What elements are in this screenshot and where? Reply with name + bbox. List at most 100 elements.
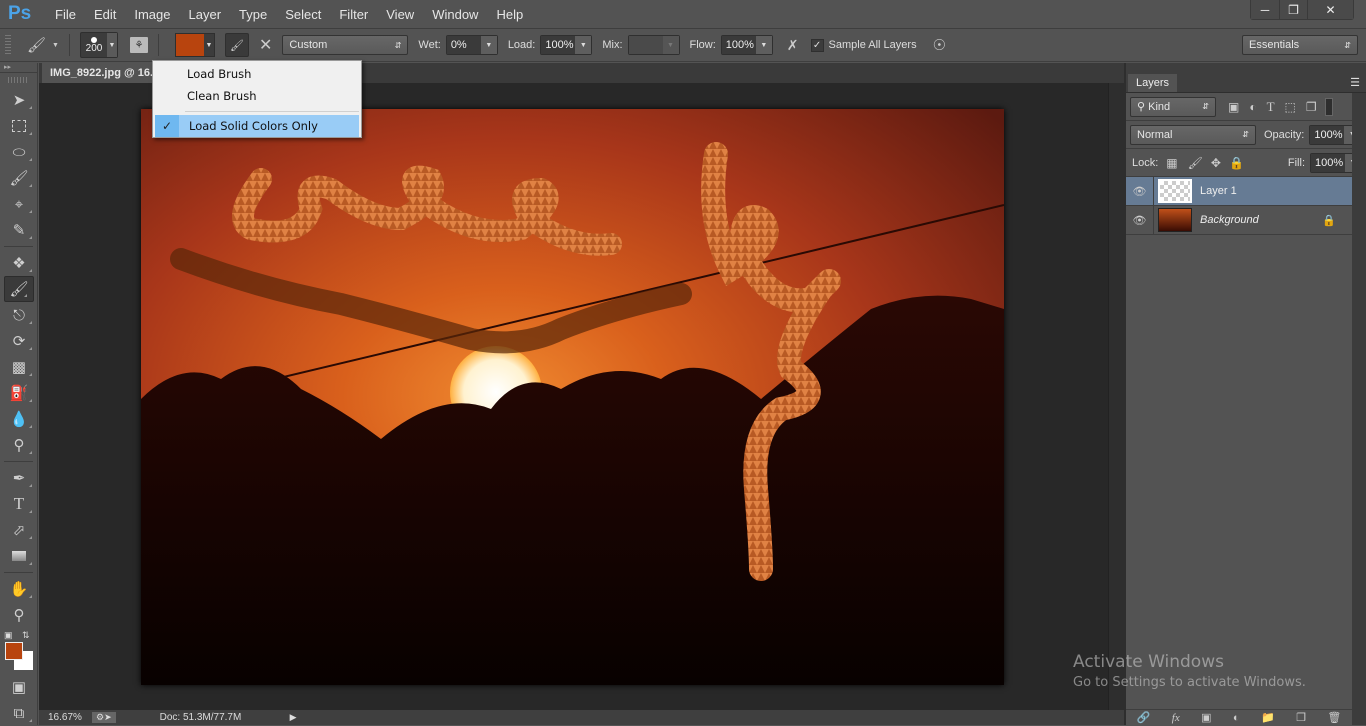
- workspace-switcher[interactable]: Essentials ⇵: [1242, 35, 1358, 55]
- filter-toggle-switch[interactable]: [1324, 97, 1333, 116]
- tool-crop[interactable]: ⌖: [0, 191, 38, 217]
- tool-healing-brush[interactable]: ❖: [0, 250, 38, 276]
- brush-preset-picker[interactable]: 200 ▼: [79, 32, 118, 58]
- add-mask-icon[interactable]: ▣: [1201, 711, 1211, 724]
- tools-panel-grip[interactable]: [8, 77, 29, 83]
- default-colors-icon[interactable]: ▣: [4, 630, 13, 641]
- menu-item-load-solid-colors-only[interactable]: ✓ Load Solid Colors Only: [155, 115, 359, 137]
- quick-selection-icon: 🖌: [9, 170, 29, 187]
- tool-eraser[interactable]: ▩: [0, 354, 38, 380]
- layer-row-background[interactable]: 👁 Background 🔒: [1126, 206, 1352, 235]
- tool-blur[interactable]: 💧: [0, 406, 38, 432]
- foreground-color[interactable]: [5, 642, 23, 660]
- updown-arrow-icon: ⇵: [394, 40, 402, 50]
- menu-help[interactable]: Help: [487, 7, 532, 22]
- filter-adjustment-icon[interactable]: ◐: [1249, 100, 1256, 114]
- new-group-icon[interactable]: 📁: [1261, 711, 1275, 724]
- tool-type[interactable]: T: [0, 491, 38, 517]
- minimize-button[interactable]: ─: [1251, 0, 1279, 19]
- divider: [4, 246, 33, 247]
- load-brush-icon: 🖌: [230, 39, 244, 52]
- menu-file[interactable]: File: [46, 7, 85, 22]
- menu-view[interactable]: View: [377, 7, 423, 22]
- tool-history-brush[interactable]: ⟳: [0, 328, 38, 354]
- tool-hand[interactable]: ✋: [0, 576, 38, 602]
- tool-clone-stamp[interactable]: ⎋: [0, 302, 38, 328]
- options-bar-grip[interactable]: [5, 35, 11, 55]
- new-layer-icon[interactable]: ❐: [1296, 711, 1306, 724]
- sample-all-layers-checkbox[interactable]: ✓ Sample All Layers: [810, 38, 917, 52]
- tool-paint-bucket[interactable]: ⛽: [0, 380, 38, 406]
- blend-combination-select[interactable]: Custom ⇵: [282, 35, 409, 55]
- wet-field[interactable]: 0% ▼: [445, 35, 498, 55]
- blend-mode-select[interactable]: Normal ⇵: [1130, 124, 1256, 145]
- panel-menu-icon[interactable]: ☰: [1350, 76, 1360, 89]
- brush-panel-button[interactable]: ⚘: [129, 37, 148, 53]
- menu-filter[interactable]: Filter: [330, 7, 377, 22]
- link-layers-icon[interactable]: 🔗: [1137, 711, 1151, 724]
- lock-pixels-icon[interactable]: 🖌: [1188, 156, 1203, 170]
- tab-layers[interactable]: Layers: [1128, 74, 1178, 92]
- lock-all-icon[interactable]: 🔒: [1229, 156, 1244, 170]
- quick-mask-button[interactable]: ▣: [0, 674, 38, 700]
- layer-row-layer-1[interactable]: 👁 Layer 1: [1126, 177, 1352, 206]
- tool-path-selection[interactable]: ⬀: [0, 517, 38, 543]
- tool-mixer-brush[interactable]: 🖌: [4, 276, 34, 302]
- tool-rectangle[interactable]: [0, 543, 38, 569]
- vertical-scrollbar[interactable]: [1108, 83, 1124, 710]
- divider: [157, 34, 159, 56]
- lock-fill-row: Lock: ▦ 🖌 ✥ 🔒 Fill: 100% ▼: [1126, 149, 1366, 177]
- flow-value: 100%: [721, 36, 756, 54]
- load-field[interactable]: 100% ▼: [540, 35, 593, 55]
- zoom-level[interactable]: 16.67%: [48, 712, 92, 723]
- gear-icon[interactable]: ⚙➤: [92, 712, 116, 723]
- menu-item-load-brush[interactable]: Load Brush: [153, 63, 361, 85]
- menu-item-clean-brush[interactable]: Clean Brush: [153, 85, 361, 107]
- tool-preset-picker[interactable]: 🖌 ▼: [27, 36, 59, 54]
- menu-layer[interactable]: Layer: [180, 7, 231, 22]
- flow-field[interactable]: 100% ▼: [720, 35, 773, 55]
- status-menu-arrow-icon[interactable]: ▶: [290, 712, 297, 723]
- menu-edit[interactable]: Edit: [85, 7, 125, 22]
- tool-marquee[interactable]: [0, 113, 38, 139]
- tool-eyedropper[interactable]: ✎: [0, 217, 38, 243]
- lock-position-icon[interactable]: ✥: [1211, 156, 1221, 170]
- document-tab[interactable]: IMG_8922.jpg @ 16.7% (Layer 1, RGB/8): [42, 63, 162, 83]
- clean-brush-after-stroke-toggle[interactable]: ✕: [259, 35, 272, 55]
- adjustment-layer-icon[interactable]: ◐: [1233, 712, 1240, 724]
- lock-transparency-icon[interactable]: ▦: [1166, 156, 1177, 170]
- pressure-size-toggle[interactable]: ☉: [933, 36, 946, 54]
- swap-colors-icon[interactable]: ⇅: [22, 630, 30, 641]
- tool-lasso[interactable]: ⬭: [0, 139, 38, 165]
- filter-type-icon[interactable]: T: [1267, 99, 1275, 115]
- tool-dodge[interactable]: ⚲: [0, 432, 38, 458]
- tool-move[interactable]: ➤: [0, 87, 38, 113]
- load-label: Load:: [507, 39, 536, 51]
- close-button[interactable]: ✕: [1307, 0, 1353, 19]
- filter-pixel-icon[interactable]: ▣: [1228, 100, 1239, 114]
- airbrush-toggle[interactable]: ✗: [787, 37, 799, 54]
- menu-image[interactable]: Image: [125, 7, 179, 22]
- restore-button[interactable]: ❐: [1279, 0, 1307, 19]
- filter-smart-object-icon[interactable]: ❐: [1306, 100, 1317, 114]
- fill-label: Fill:: [1287, 156, 1305, 169]
- tool-quick-selection[interactable]: 🖌: [0, 165, 38, 191]
- load-brush-after-stroke-toggle[interactable]: 🖌: [224, 33, 249, 57]
- layers-scrollbar[interactable]: [1352, 93, 1366, 725]
- current-brush-load-swatch[interactable]: ▼: [174, 33, 215, 57]
- screen-mode-button[interactable]: ⧉: [0, 700, 38, 726]
- menu-type[interactable]: Type: [230, 7, 276, 22]
- layers-panel: Layers ☰ ⚲ Kind ⇵ ▣ ◐ T ⬚ ❐ Normal ⇵ Opa…: [1126, 63, 1366, 725]
- menu-window[interactable]: Window: [423, 7, 487, 22]
- canvas[interactable]: [141, 109, 1004, 685]
- visibility-eye-icon[interactable]: 👁: [1126, 177, 1154, 205]
- filter-kind-select[interactable]: ⚲ Kind ⇵: [1130, 96, 1216, 117]
- trash-icon[interactable]: 🗑: [1327, 711, 1341, 724]
- filter-shape-icon[interactable]: ⬚: [1285, 100, 1296, 114]
- tool-zoom[interactable]: ⚲: [0, 602, 38, 628]
- fx-icon[interactable]: fx: [1172, 712, 1180, 724]
- collapse-panel-button[interactable]: ▸▸: [0, 63, 37, 73]
- visibility-eye-icon[interactable]: 👁: [1126, 206, 1154, 234]
- menu-select[interactable]: Select: [276, 7, 330, 22]
- tool-pen[interactable]: ✒: [0, 465, 38, 491]
